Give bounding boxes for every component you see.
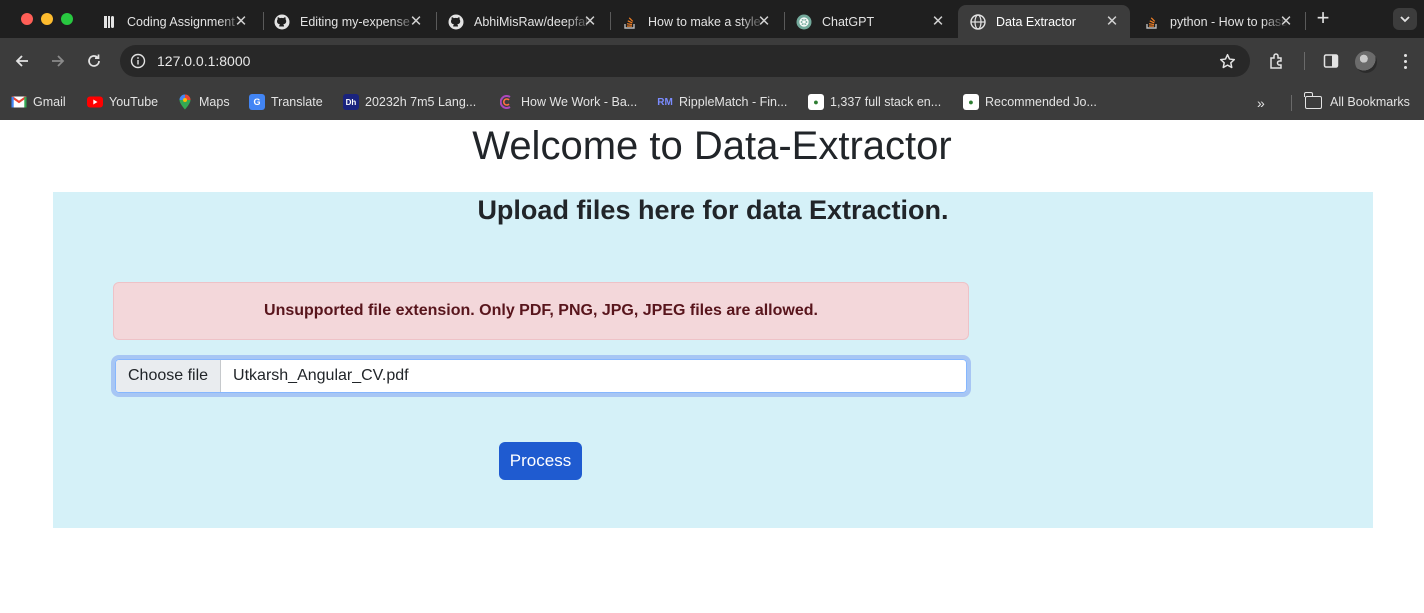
- upload-heading: Upload files here for data Extraction.: [477, 195, 949, 225]
- page-title: Welcome to Data-Extractor: [472, 124, 952, 168]
- bookmark-star-icon[interactable]: [1217, 51, 1237, 71]
- github-icon: [448, 14, 464, 30]
- bookmark-recommended-jobs[interactable]: ● Recommended Jo...: [963, 91, 1097, 113]
- page-content: Welcome to Data-Extractor Upload files h…: [0, 120, 1424, 613]
- choose-file-button[interactable]: Choose file: [116, 360, 222, 392]
- bookmark-full-stack[interactable]: ● 1,337 full stack en...: [808, 91, 941, 113]
- chevron-down-icon: [1400, 16, 1410, 23]
- bookmarks-bar: Gmail YouTube Maps G Translate Dh 20232h…: [0, 84, 1424, 120]
- close-tab-icon[interactable]: ✕: [582, 13, 598, 30]
- bookmark-label: YouTube: [109, 95, 159, 109]
- close-tab-icon[interactable]: ✕: [1104, 13, 1120, 30]
- reload-icon: [88, 54, 100, 67]
- tab-deepfake[interactable]: AbhiMisRaw/deepfake ✕: [436, 5, 608, 38]
- back-button[interactable]: [11, 50, 33, 72]
- upload-panel: Upload files here for data Extraction. U…: [53, 192, 1373, 528]
- bookmark-ripplematch[interactable]: RM RippleMatch - Fin...: [657, 91, 787, 113]
- tab-title: AbhiMisRaw/deepfake: [474, 14, 592, 29]
- jobs-icon: ●: [808, 94, 824, 110]
- bookmark-label: RippleMatch - Fin...: [679, 95, 788, 109]
- jobs-icon: ●: [963, 94, 979, 110]
- globe-icon: [970, 13, 986, 30]
- all-bookmarks-label: All Bookmarks: [1330, 95, 1410, 109]
- close-tab-icon[interactable]: ✕: [408, 13, 424, 30]
- url-text[interactable]: 127.0.0.1:8000: [157, 53, 250, 69]
- bookmark-maps[interactable]: Maps: [177, 91, 230, 113]
- reload-button[interactable]: [83, 50, 105, 72]
- bookmark-label: Recommended Jo...: [985, 95, 1097, 109]
- site-info-icon[interactable]: [128, 51, 148, 71]
- more-bookmarks-icon[interactable]: »: [1257, 95, 1265, 111]
- extensions-icon[interactable]: [1267, 51, 1287, 71]
- close-tab-icon[interactable]: ✕: [756, 13, 772, 30]
- chatgpt-icon: [796, 14, 812, 30]
- tab-search-button[interactable]: [1393, 8, 1417, 30]
- maps-pin-icon: [177, 94, 193, 110]
- bookmark-how-we-work[interactable]: How We Work - Ba...: [499, 91, 637, 113]
- bookmark-youtube[interactable]: YouTube: [87, 91, 158, 113]
- tab-title: ChatGPT: [822, 14, 875, 29]
- dh-icon: Dh: [343, 94, 359, 110]
- swirl-icon: [499, 94, 515, 110]
- new-tab-button[interactable]: +: [1311, 7, 1335, 30]
- stackoverflow-icon: [1144, 14, 1160, 30]
- browser-toolbar: 127.0.0.1:8000: [0, 38, 1424, 84]
- close-tab-icon[interactable]: ✕: [233, 13, 249, 30]
- tab-divider: [1305, 12, 1306, 30]
- profile-avatar[interactable]: [1355, 51, 1377, 73]
- selected-file-name: Utkarsh_Angular_CV.pdf: [233, 367, 409, 384]
- tab-title: Data Extractor: [996, 14, 1076, 29]
- bookmark-label: How We Work - Ba...: [521, 95, 638, 109]
- file-input[interactable]: Choose file Utkarsh_Angular_CV.pdf: [111, 355, 971, 397]
- youtube-icon: [87, 94, 103, 110]
- all-bookmarks-button[interactable]: All Bookmarks: [1304, 91, 1410, 113]
- tab-title: Editing my-expense: [300, 14, 410, 29]
- tab-data-extractor[interactable]: Data Extractor ✕: [958, 5, 1130, 38]
- tab-chatgpt[interactable]: ChatGPT ✕: [784, 5, 956, 38]
- address-bar[interactable]: 127.0.0.1:8000: [120, 45, 1250, 77]
- bookmark-label: 1,337 full stack en...: [830, 95, 942, 109]
- browser-menu-icon[interactable]: [1395, 51, 1415, 71]
- tab-editing-my-expense[interactable]: Editing my-expense ✕: [262, 5, 434, 38]
- stripe-like-icon: [101, 14, 117, 30]
- error-alert: Unsupported file extension. Only PDF, PN…: [113, 282, 969, 340]
- arrow-left-icon: [15, 55, 28, 67]
- tab-coding-assignment[interactable]: Coding Assignment ✕: [89, 5, 259, 38]
- bookmark-label: Gmail: [33, 95, 66, 109]
- tab-title: python - How to pass: [1170, 14, 1288, 29]
- github-icon: [274, 14, 290, 30]
- process-button[interactable]: Process: [499, 442, 582, 480]
- error-message: Unsupported file extension. Only PDF, PN…: [264, 302, 818, 319]
- bookmark-label: Maps: [199, 95, 230, 109]
- bookmark-translate[interactable]: G Translate: [249, 91, 323, 113]
- bookmark-label: 20232h 7m5 Lang...: [365, 95, 477, 109]
- tab-python-how-to-pass[interactable]: python - How to pass ✕: [1132, 5, 1304, 38]
- side-panel-icon[interactable]: [1321, 51, 1341, 71]
- close-tab-icon[interactable]: ✕: [1278, 13, 1294, 30]
- tab-title: How to make a style: [648, 14, 761, 29]
- minimize-window-button[interactable]: [41, 13, 53, 25]
- folder-icon: [1304, 91, 1322, 109]
- bookmarks-divider: [1291, 95, 1292, 111]
- translate-icon: G: [249, 94, 265, 110]
- maximize-window-button[interactable]: [61, 13, 73, 25]
- gmail-icon: [11, 94, 27, 110]
- tab-strip: Coding Assignment ✕ Editing my-expense ✕…: [0, 0, 1424, 38]
- arrow-right-icon: [52, 55, 65, 67]
- close-tab-icon[interactable]: ✕: [930, 13, 946, 30]
- bookmark-lang[interactable]: Dh 20232h 7m5 Lang...: [343, 91, 476, 113]
- forward-button[interactable]: [47, 50, 69, 72]
- tab-title: Coding Assignment: [127, 14, 235, 29]
- close-window-button[interactable]: [21, 13, 33, 25]
- ripplematch-icon: RM: [657, 96, 673, 108]
- stackoverflow-icon: [622, 14, 638, 30]
- tab-how-to-make-a-style[interactable]: How to make a style ✕: [610, 5, 782, 38]
- toolbar-divider: [1304, 52, 1305, 70]
- bookmark-label: Translate: [271, 95, 323, 109]
- bookmark-gmail[interactable]: Gmail: [11, 91, 66, 113]
